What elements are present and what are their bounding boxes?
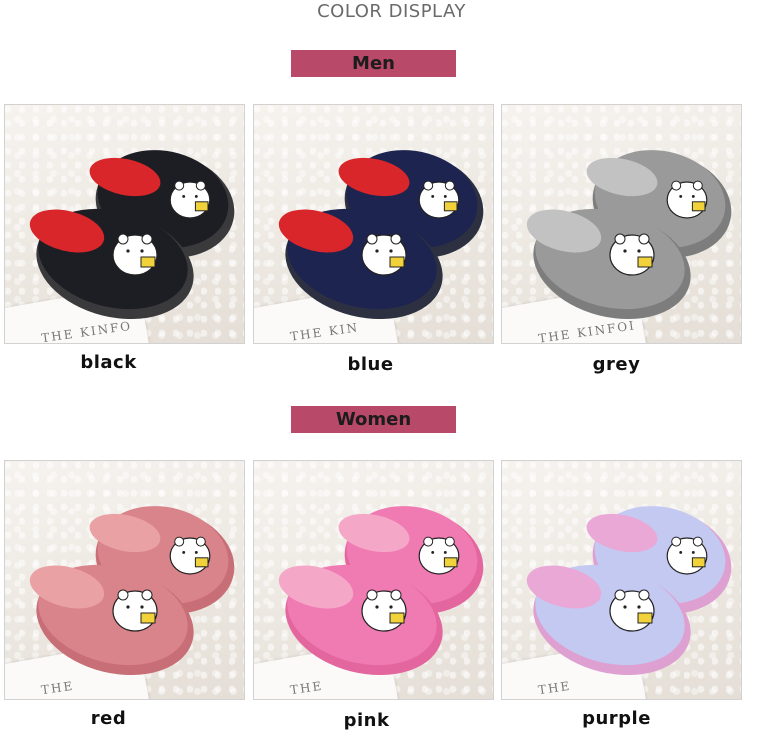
- product-photo-grey[interactable]: THE KINFOI: [501, 104, 742, 344]
- product-photo-red[interactable]: THE: [4, 460, 245, 700]
- slipper-pair-image: [29, 150, 235, 320]
- slipper-pair-image: [278, 150, 484, 320]
- product-photo-blue[interactable]: THE KIN: [253, 104, 494, 344]
- slipper-pair-image: [29, 506, 235, 676]
- product-photo-purple[interactable]: THE: [501, 460, 742, 700]
- page-heading: COLOR DISPLAY: [317, 1, 466, 22]
- slipper-pair-image: [278, 506, 484, 676]
- color-label-black: black: [80, 352, 137, 373]
- color-label-blue: blue: [347, 354, 394, 375]
- color-label-pink: pink: [343, 710, 390, 731]
- color-label-grey: grey: [592, 354, 641, 375]
- men-section-banner: Men: [291, 50, 456, 77]
- slipper-pair-image: [526, 506, 732, 676]
- product-photo-black[interactable]: THE KINFO: [4, 104, 245, 344]
- color-label-purple: purple: [582, 708, 651, 729]
- product-photo-pink[interactable]: THE: [253, 460, 494, 700]
- color-label-red: red: [90, 708, 127, 729]
- slipper-pair-image: [526, 150, 732, 320]
- women-section-banner: Women: [291, 406, 456, 433]
